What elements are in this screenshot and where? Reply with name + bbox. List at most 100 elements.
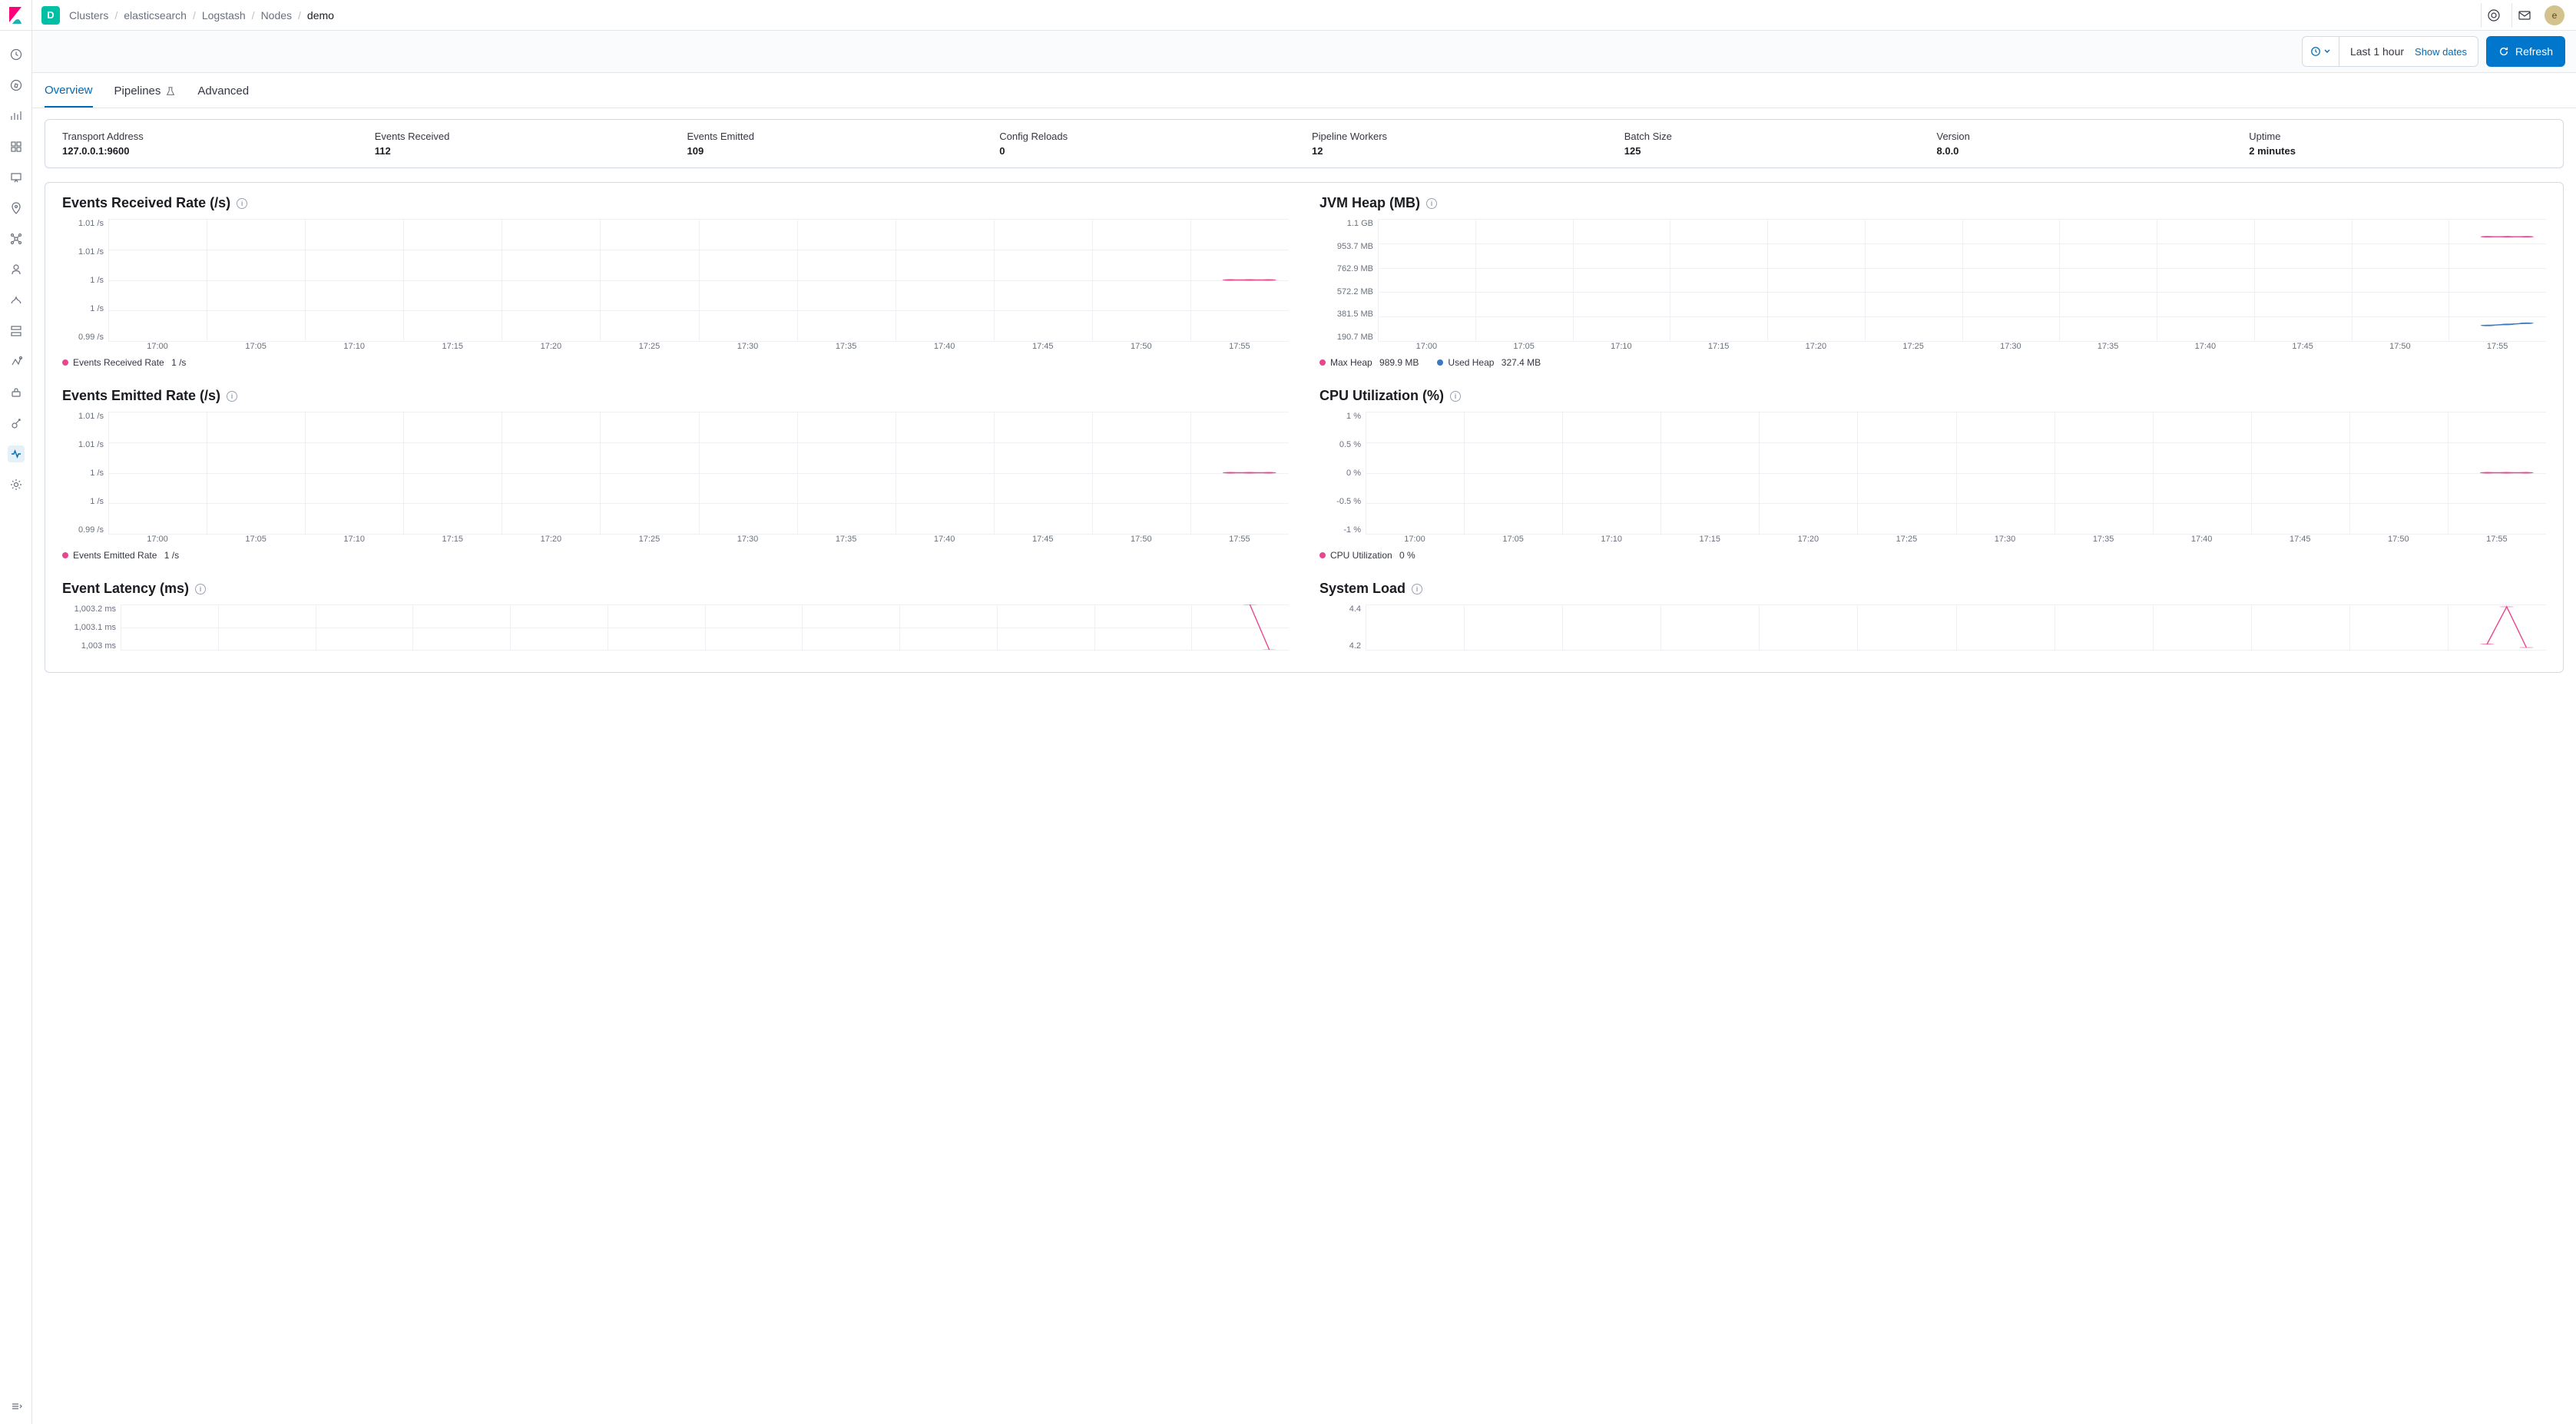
y-tick: 1.01 /s [62,440,104,449]
x-tick: 17:35 [797,342,896,351]
observability-icon[interactable] [8,292,25,309]
crumb-logstash[interactable]: Logstash [202,9,246,22]
mail-icon[interactable] [2511,3,2536,28]
x-tick: 17:15 [403,342,502,351]
chart-title: CPU Utilization (%) i [1319,388,2546,404]
newsfeed-icon[interactable] [2481,3,2505,28]
quick-select-button[interactable] [2303,37,2339,66]
y-axis: 1 %0.5 %0 %-0.5 %-1 % [1319,412,1366,535]
crumb-clusters[interactable]: Clusters [69,9,108,22]
info-icon[interactable]: i [1450,391,1461,402]
x-tick: 17:45 [994,535,1092,544]
chart-title: Events Received Rate (/s) i [62,195,1289,211]
x-tick: 17:10 [305,342,403,351]
info-icon[interactable]: i [237,198,247,209]
space-badge[interactable]: D [41,6,60,25]
metrics-icon[interactable] [8,323,25,339]
chart-title: JVM Heap (MB) i [1319,195,2546,211]
refresh-icon [2498,46,2509,57]
maps-icon[interactable] [8,200,25,217]
uptime-icon[interactable] [8,384,25,401]
x-tick: 17:55 [2448,535,2546,544]
stat-label: Uptime [2249,131,2546,142]
x-tick: 17:25 [1865,342,1962,351]
avatar[interactable]: e [2545,5,2564,25]
stat-item: Batch Size 125 [1624,131,1922,157]
x-tick: 17:45 [994,342,1092,351]
legend-name: Used Heap [1448,357,1494,368]
legend-item[interactable]: Used Heap 327.4 MB [1437,357,1541,368]
stat-label: Config Reloads [999,131,1296,142]
info-icon[interactable]: i [1412,584,1422,594]
crumb-elasticsearch[interactable]: elasticsearch [124,9,187,22]
legend: Events Received Rate 1 /s [62,357,1289,368]
y-tick: 1.01 /s [62,412,104,421]
tab-advanced[interactable]: Advanced [197,73,249,108]
stat-label: Events Emitted [687,131,985,142]
x-tick: 17:50 [1092,535,1190,544]
canvas-icon[interactable] [8,169,25,186]
discover-icon[interactable] [8,77,25,94]
plot-area[interactable] [121,604,1289,651]
siem-icon[interactable] [8,415,25,432]
sidebar-collapse[interactable] [8,1398,25,1424]
chart-body: 1.01 /s1.01 /s1 /s1 /s0.99 /s [62,412,1289,535]
legend-item[interactable]: Events Emitted Rate 1 /s [62,550,179,561]
refresh-button[interactable]: Refresh [2486,36,2565,67]
x-tick: 17:35 [797,535,896,544]
legend-item[interactable]: Events Received Rate 1 /s [62,357,186,368]
x-tick: 17:35 [2055,535,2153,544]
y-axis: 1.01 /s1.01 /s1 /s1 /s0.99 /s [62,219,108,342]
time-range[interactable]: Last 1 hour Show dates [2339,37,2478,66]
kibana-logo[interactable] [0,0,32,31]
collapse-icon[interactable] [8,1398,25,1415]
x-tick: 17:05 [207,342,305,351]
plot-area[interactable] [1366,412,2546,535]
chart-title: Event Latency (ms) i [62,581,1289,597]
y-tick: 4.4 [1319,604,1361,614]
legend-name: CPU Utilization [1330,550,1392,561]
plot-area[interactable] [1366,604,2546,651]
y-tick: 1 /s [62,469,104,478]
info-icon[interactable]: i [227,391,237,402]
legend-item[interactable]: CPU Utilization 0 % [1319,550,1415,561]
x-tick: 17:15 [1660,535,1759,544]
legend-dot [62,552,68,558]
tab-overview[interactable]: Overview [45,73,93,108]
stat-value: 8.0.0 [1937,145,2234,157]
beaker-icon [165,86,176,97]
y-tick: 4.2 [1319,641,1361,651]
x-tick: 17:40 [2153,535,2251,544]
x-tick: 17:00 [1366,535,1464,544]
apm-icon[interactable] [8,353,25,370]
stat-item: Uptime 2 minutes [2249,131,2546,157]
chart-body: 1.1 GB953.7 MB762.9 MB572.2 MB381.5 MB19… [1319,219,2546,342]
chevron-down-icon [2324,48,2330,55]
chart-title: Events Emitted Rate (/s) i [62,388,1289,404]
security-icon[interactable] [8,261,25,278]
management-icon[interactable] [8,476,25,493]
ml-icon[interactable] [8,230,25,247]
tab-pipelines[interactable]: Pipelines [114,73,177,108]
plot-area[interactable] [1378,219,2546,342]
legend-name: Events Received Rate [73,357,164,368]
y-tick: 1.1 GB [1319,219,1373,228]
user-menu[interactable]: e [2542,3,2567,28]
x-tick: 17:20 [502,342,600,351]
dashboard-icon[interactable] [8,138,25,155]
info-icon[interactable]: i [1426,198,1437,209]
legend-item[interactable]: Max Heap 989.9 MB [1319,357,1419,368]
visualize-icon[interactable] [8,108,25,124]
show-dates-link[interactable]: Show dates [2415,46,2467,58]
y-tick: 572.2 MB [1319,287,1373,296]
crumb-nodes[interactable]: Nodes [261,9,292,22]
x-tick: 17:30 [1955,535,2054,544]
x-tick: 17:40 [896,342,994,351]
legend-value: 1 /s [169,357,187,368]
stack-monitoring-icon[interactable] [8,445,25,462]
recently-viewed-icon[interactable] [8,46,25,63]
refresh-label: Refresh [2515,45,2553,58]
plot-area[interactable] [108,412,1289,535]
info-icon[interactable]: i [195,584,206,594]
plot-area[interactable] [108,219,1289,342]
